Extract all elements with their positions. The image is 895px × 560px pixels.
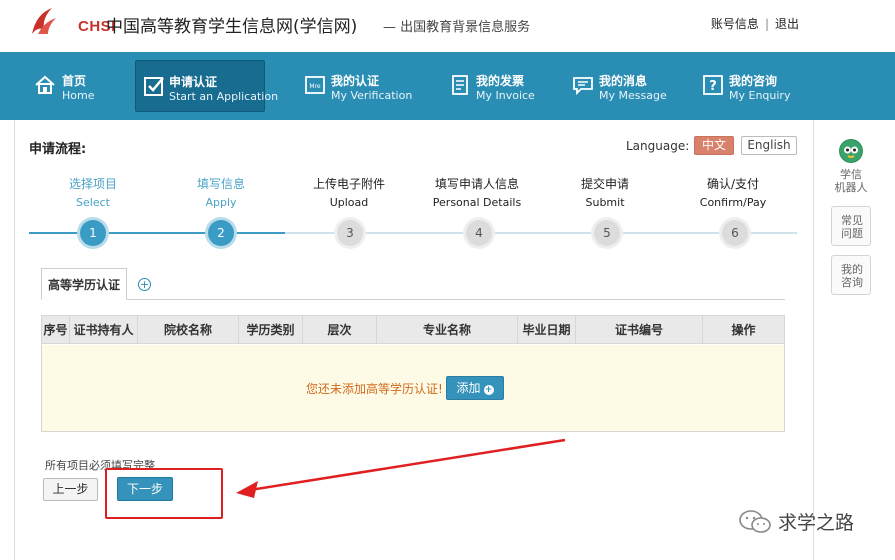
enquiry-label-2: 咨询 xyxy=(841,276,863,289)
robot-label-1: 学信 xyxy=(840,168,862,181)
annotation-arrow xyxy=(236,438,566,498)
watermark: 求学之路 xyxy=(738,508,854,538)
faq-label-2: 问题 xyxy=(841,227,863,240)
robot-avatar-icon xyxy=(839,139,863,163)
sidebar-enquiry[interactable]: 我的 咨询 xyxy=(831,255,871,295)
sidebar-robot[interactable]: 学信 机器人 xyxy=(831,134,871,196)
wechat-icon xyxy=(739,510,771,533)
watermark-text: 求学之路 xyxy=(778,512,855,534)
sidebar-faq[interactable]: 常见 问题 xyxy=(831,206,871,246)
enquiry-label-1: 我的 xyxy=(841,263,863,276)
faq-label-1: 常见 xyxy=(841,214,863,227)
robot-label-2: 机器人 xyxy=(834,181,868,194)
